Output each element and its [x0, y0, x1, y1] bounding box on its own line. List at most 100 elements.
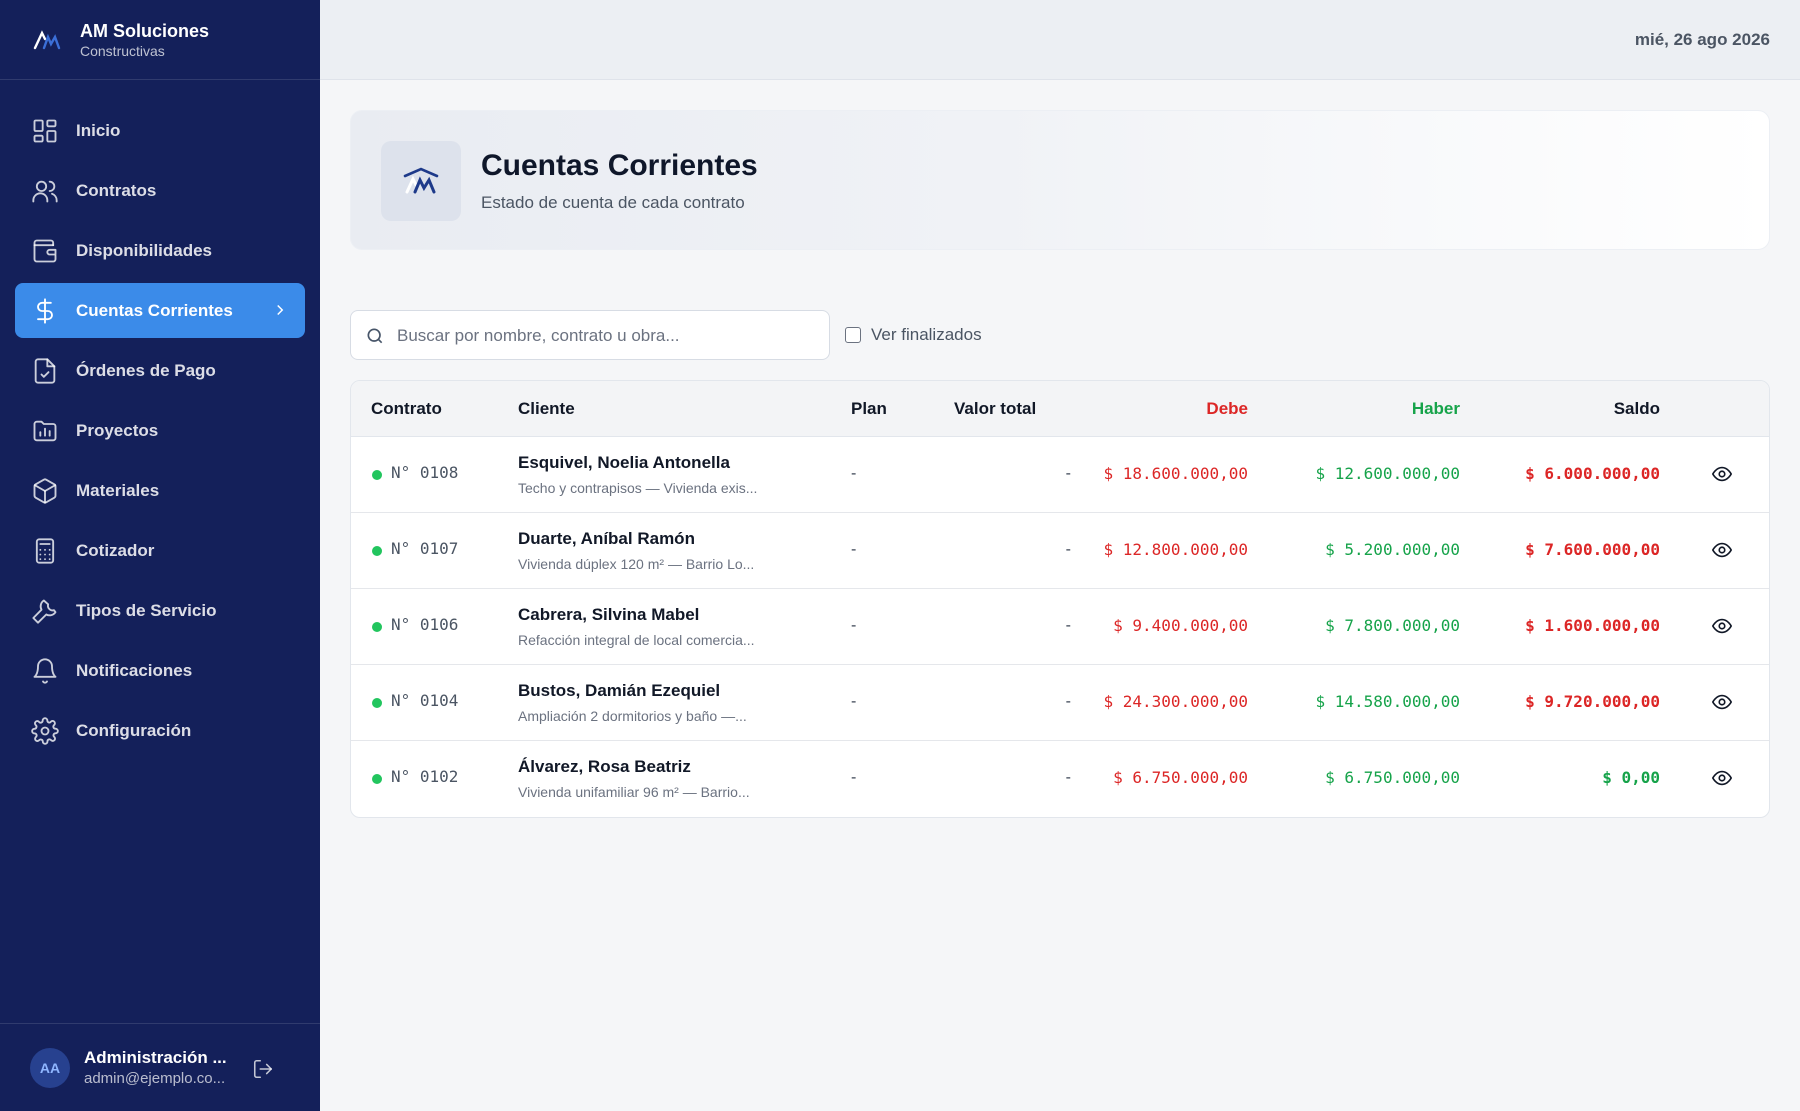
- sidebar-item-disponibilidades[interactable]: Disponibilidades: [15, 223, 305, 278]
- search-box: [350, 310, 830, 360]
- table-row[interactable]: N° 0107 Duarte, Aníbal Ramón Vivienda dú…: [351, 513, 1769, 589]
- show-finished-label: Ver finalizados: [871, 325, 982, 344]
- page-logo-icon: [381, 141, 461, 221]
- sidebar-item-label: Notificaciones: [76, 660, 193, 680]
- grid-icon: [30, 116, 60, 146]
- view-eye-icon[interactable]: [1711, 463, 1735, 487]
- table-row[interactable]: N° 0102 Álvarez, Rosa Beatriz Vivienda u…: [351, 741, 1769, 817]
- debe-amount: $ 18.600.000,00: [1103, 464, 1249, 483]
- search-icon: [365, 326, 385, 346]
- saldo-amount: $ 7.600.000,00: [1525, 540, 1660, 559]
- page-header: Cuentas Corrientes Estado de cuenta de c…: [350, 110, 1770, 250]
- box-icon: [30, 476, 60, 506]
- brand-logo-icon: [30, 23, 64, 57]
- calculator-icon: [30, 536, 60, 566]
- status-dot: [372, 774, 382, 784]
- user-profile: AA Administración ... admin@ejemplo.co..…: [0, 1023, 320, 1111]
- user-name: Administración ...: [84, 1047, 227, 1067]
- view-eye-icon[interactable]: [1711, 615, 1735, 639]
- debe-amount: $ 6.750.000,00: [1113, 768, 1248, 787]
- status-dot: [372, 470, 382, 480]
- contract-number: N° 0102: [391, 767, 459, 786]
- sidebar-item-label: Inicio: [76, 120, 121, 140]
- view-eye-icon[interactable]: [1711, 691, 1735, 715]
- contract-number: N° 0106: [391, 615, 459, 634]
- column-header-debe: Debe: [1206, 399, 1248, 418]
- bell-icon: [30, 656, 60, 686]
- dollar-icon: [30, 296, 60, 326]
- sidebar-item-label: Cotizador: [76, 540, 155, 560]
- users-icon: [30, 176, 60, 206]
- sidebar-item-label: Contratos: [76, 180, 157, 200]
- sidebar-item-inicio[interactable]: Inicio: [15, 103, 305, 158]
- sidebar-nav: Inicio Contratos Disponibilidades Cuenta…: [0, 80, 320, 758]
- column-header-haber: Haber: [1411, 399, 1460, 418]
- plan-value: -: [851, 465, 857, 482]
- plan-value: -: [851, 617, 857, 634]
- wrench-icon: [30, 596, 60, 626]
- debe-amount: $ 12.800.000,00: [1103, 540, 1249, 559]
- client-name: Esquivel, Noelia Antonella: [518, 453, 730, 472]
- current-date: mié, 26 ago 2026: [1634, 30, 1770, 49]
- saldo-amount: $ 0,00: [1602, 768, 1660, 787]
- saldo-amount: $ 1.600.000,00: [1525, 616, 1660, 635]
- brand[interactable]: AM Soluciones Constructivas: [0, 0, 320, 80]
- column-header-contrato: Contrato: [371, 399, 442, 418]
- work-description: Refacción integral de local comercia...: [518, 632, 755, 648]
- sidebar-item-configuracion[interactable]: Configuración: [15, 703, 305, 758]
- debe-amount: $ 9.400.000,00: [1113, 616, 1248, 635]
- sidebar-item-materiales[interactable]: Materiales: [15, 463, 305, 518]
- folder-chart-icon: [30, 416, 60, 446]
- contract-number: N° 0107: [391, 539, 459, 558]
- contract-number: N° 0104: [391, 691, 459, 710]
- work-description: Vivienda dúplex 120 m² — Barrio Lo...: [518, 556, 755, 572]
- view-eye-icon[interactable]: [1711, 767, 1735, 791]
- search-input[interactable]: [397, 321, 817, 351]
- sidebar-item-label: Cuentas Corrientes: [76, 300, 233, 320]
- saldo-amount: $ 6.000.000,00: [1525, 464, 1660, 483]
- view-eye-icon[interactable]: [1711, 539, 1735, 563]
- accounts-table: Contrato Cliente Plan Valor total Debe H…: [350, 380, 1770, 818]
- table-header: Contrato Cliente Plan Valor total Debe H…: [351, 381, 1769, 437]
- client-name: Duarte, Aníbal Ramón: [518, 529, 695, 548]
- saldo-amount: $ 9.720.000,00: [1525, 692, 1660, 711]
- table-row[interactable]: N° 0104 Bustos, Damián Ezequiel Ampliaci…: [351, 665, 1769, 741]
- page-subtitle: Estado de cuenta de cada contrato: [481, 193, 745, 212]
- brand-subtitle: Constructivas: [80, 42, 165, 59]
- plan-value: -: [851, 769, 857, 786]
- sidebar-item-label: Tipos de Servicio: [76, 600, 217, 620]
- column-header-saldo: Saldo: [1613, 399, 1660, 418]
- avatar[interactable]: AA: [30, 1047, 70, 1088]
- user-email: admin@ejemplo.co...: [84, 1069, 226, 1087]
- status-dot: [372, 622, 382, 632]
- client-name: Álvarez, Rosa Beatriz: [518, 757, 691, 776]
- sidebar-item-label: Órdenes de Pago: [76, 360, 216, 380]
- sidebar-item-label: Disponibilidades: [76, 240, 213, 260]
- logout-icon[interactable]: [252, 1058, 276, 1082]
- debe-amount: $ 24.300.000,00: [1103, 692, 1249, 711]
- work-description: Vivienda unifamiliar 96 m² — Barrio...: [518, 784, 750, 800]
- sidebar-item-proyectos[interactable]: Proyectos: [15, 403, 305, 458]
- sidebar-item-notificaciones[interactable]: Notificaciones: [15, 643, 305, 698]
- sidebar-item-label: Materiales: [76, 480, 160, 500]
- sidebar-item-label: Proyectos: [76, 420, 159, 440]
- sidebar: AM Soluciones Constructivas Inicio Contr…: [0, 0, 320, 1111]
- top-bar: mié, 26 ago 2026: [320, 0, 1800, 80]
- show-finished-toggle[interactable]: Ver finalizados: [845, 325, 982, 345]
- client-name: Cabrera, Silvina Mabel: [518, 605, 700, 624]
- brand-title: AM Soluciones: [80, 20, 210, 41]
- status-dot: [372, 546, 382, 556]
- plan-value: -: [851, 693, 857, 710]
- sidebar-item-contratos[interactable]: Contratos: [15, 163, 305, 218]
- chevron-right-icon: [271, 301, 289, 319]
- work-description: Techo y contrapisos — Vivienda exis...: [518, 480, 758, 496]
- table-row[interactable]: N° 0108 Esquivel, Noelia Antonella Techo…: [351, 437, 1769, 513]
- sidebar-item-tipos-de-servicio[interactable]: Tipos de Servicio: [15, 583, 305, 638]
- sidebar-item-ordenes-de-pago[interactable]: Órdenes de Pago: [15, 343, 305, 398]
- table-row[interactable]: N° 0106 Cabrera, Silvina Mabel Refacción…: [351, 589, 1769, 665]
- gear-icon: [30, 716, 60, 746]
- file-check-icon: [30, 356, 60, 386]
- show-finished-checkbox[interactable]: [845, 327, 861, 343]
- sidebar-item-cotizador[interactable]: Cotizador: [15, 523, 305, 578]
- sidebar-item-cuentas-corrientes[interactable]: Cuentas Corrientes: [15, 283, 305, 338]
